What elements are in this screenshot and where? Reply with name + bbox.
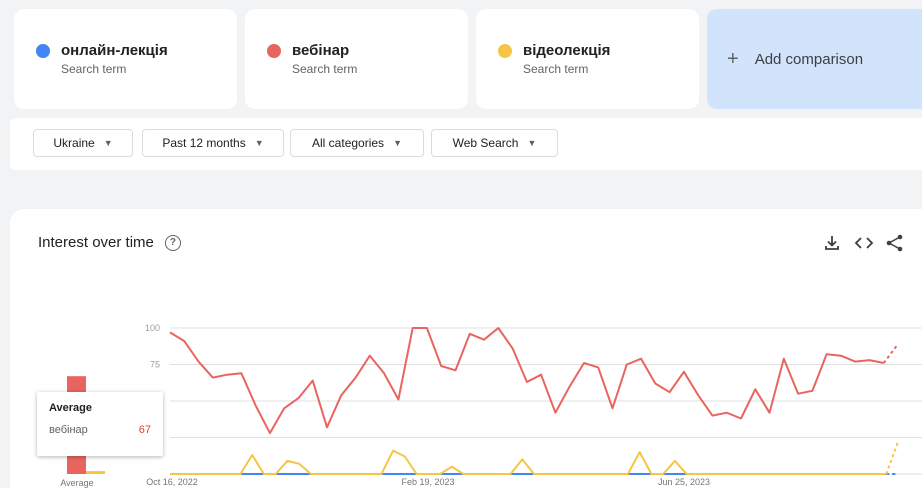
y-tick-label: 75 <box>150 360 160 370</box>
plus-icon: + <box>727 47 739 70</box>
term-name: онлайн-лекція <box>61 42 168 59</box>
category-label: All categories <box>312 136 385 150</box>
series-partial-segment <box>885 441 899 475</box>
term-name: вебінар <box>292 42 350 59</box>
region-dropdown[interactable]: Ukraine ▼ <box>33 129 133 157</box>
tooltip-value: 67 <box>138 424 151 436</box>
series-partial-segment <box>882 343 899 364</box>
average-bar <box>86 471 105 474</box>
term-card-webinar[interactable]: вебінар Search term <box>245 9 468 109</box>
term-name: відеолекція <box>523 42 611 59</box>
caret-down-icon: ▼ <box>254 138 264 148</box>
x-tick-label: Feb 19, 2023 <box>401 477 454 487</box>
filter-bar: Ukraine ▼ Past 12 months ▼ All categorie… <box>10 118 922 170</box>
add-comparison-label: Add comparison <box>754 50 864 68</box>
term-subtitle: Search term <box>61 62 127 76</box>
term-subtitle: Search term <box>292 62 358 76</box>
tooltip-title: Average <box>49 402 93 414</box>
term-color-dot <box>498 43 512 58</box>
term-subtitle: Search term <box>523 62 589 76</box>
search-type-dropdown[interactable]: Web Search ▼ <box>431 129 558 157</box>
category-dropdown[interactable]: All categories ▼ <box>290 129 424 157</box>
y-tick-label: 100 <box>145 323 160 333</box>
caret-down-icon: ▼ <box>393 138 402 148</box>
series-line <box>170 449 887 475</box>
term-card-video-lecture[interactable]: відеолекція Search term <box>476 9 699 109</box>
add-comparison-button[interactable]: + Add comparison <box>707 9 922 109</box>
series-line <box>169 327 884 435</box>
period-label: Past 12 months <box>162 136 246 150</box>
average-tooltip: Average вебінар 67 <box>37 392 163 456</box>
tooltip-label: вебінар <box>49 424 88 436</box>
caret-down-icon: ▼ <box>527 138 537 148</box>
term-card-online-lecture[interactable]: онлайн-лекція Search term <box>14 9 237 109</box>
term-color-dot <box>36 43 50 58</box>
search-type-label: Web Search <box>452 136 519 150</box>
caret-down-icon: ▼ <box>103 138 113 148</box>
period-dropdown[interactable]: Past 12 months ▼ <box>142 129 284 157</box>
average-label: Average <box>60 478 93 488</box>
region-label: Ukraine <box>53 136 95 150</box>
interest-over-time-card: Interest over time ? 100755025AverageOct… <box>10 209 922 488</box>
term-color-dot <box>267 43 281 58</box>
x-tick-label: Jun 25, 2023 <box>658 477 710 487</box>
x-tick-label: Oct 16, 2022 <box>146 477 198 487</box>
